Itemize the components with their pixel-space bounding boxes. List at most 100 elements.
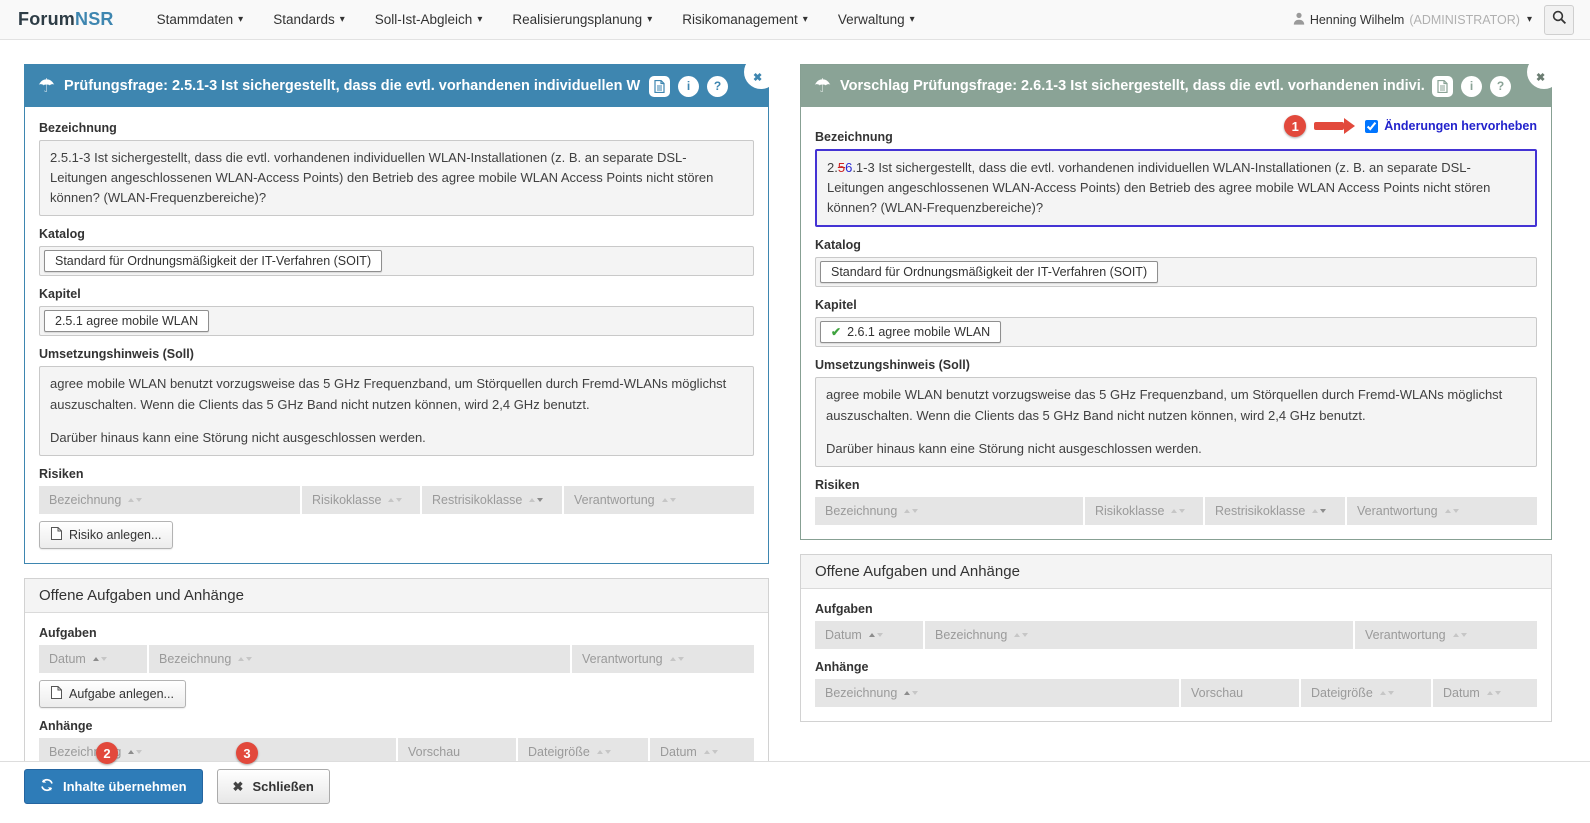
right-tasks-panel: Offene Aufgaben und Anhänge Aufgaben Dat… — [800, 554, 1552, 722]
column-header-verantwortung[interactable]: Verantwortung — [564, 486, 754, 514]
sort-icon — [704, 750, 718, 754]
top-navbar: ForumNSR Stammdaten▾ Standards▾ Soll-Ist… — [0, 0, 1590, 40]
umbrella-icon: ☂ — [814, 75, 831, 98]
katalog-tag: Standard für Ordnungsmäßigkeit der IT-Ve… — [820, 261, 1158, 283]
kapitel-tag: ✔2.6.1 agree mobile WLAN — [820, 321, 1001, 343]
column-header-restrisikoklasse[interactable]: Restrisikoklasse — [422, 486, 562, 514]
menu-item-realisierungsplanung[interactable]: Realisierungsplanung▾ — [497, 0, 667, 39]
user-role: (ADMINISTRATOR) — [1409, 13, 1520, 27]
vorschlag-panel-header: ☂ Vorschlag Prüfungsfrage: 2.6.1-3 Ist s… — [801, 65, 1551, 107]
sort-icon — [93, 657, 107, 661]
annotation-step-3: 3 — [236, 742, 258, 764]
new-document-icon — [51, 686, 62, 702]
sort-icon — [128, 750, 142, 754]
column-header-verantwortung[interactable]: Verantwortung — [1355, 621, 1537, 649]
menu-item-standards[interactable]: Standards▾ — [258, 0, 360, 39]
menu-item-soll-ist-abgleich[interactable]: Soll-Ist-Abgleich▾ — [360, 0, 498, 39]
aufgaben-table-header: Datum Bezeichnung Verantwortung — [39, 645, 754, 673]
katalog-field: Standard für Ordnungsmäßigkeit der IT-Ve… — [815, 257, 1537, 287]
column-header-verantwortung[interactable]: Verantwortung — [1347, 497, 1537, 525]
chevron-down-icon: ▾ — [1527, 14, 1532, 25]
chevron-down-icon: ▾ — [803, 14, 808, 25]
help-icon[interactable]: ? — [707, 76, 728, 97]
column-header-datum[interactable]: Datum — [1433, 679, 1537, 707]
risiko-anlegen-button[interactable]: Risiko anlegen... — [39, 521, 173, 549]
menu-item-risikomanagement[interactable]: Risikomanagement▾ — [667, 0, 823, 39]
logo-text-primary: Forum — [18, 9, 75, 29]
katalog-tag: Standard für Ordnungsmäßigkeit der IT-Ve… — [44, 250, 382, 272]
kapitel-field: ✔2.6.1 agree mobile WLAN — [815, 317, 1537, 347]
tasks-panel-header: Offene Aufgaben und Anhänge — [801, 555, 1551, 589]
column-header-bezeichnung[interactable]: Bezeichnung — [925, 621, 1353, 649]
schliessen-button[interactable]: ✖ Schließen — [217, 769, 330, 804]
sort-icon — [1312, 509, 1326, 513]
menu-item-verwaltung[interactable]: Verwaltung▾ — [823, 0, 930, 39]
umbrella-icon: ☂ — [38, 75, 55, 98]
user-menu[interactable]: Henning Wilhelm (ADMINISTRATOR) ▾ — [1293, 12, 1532, 28]
sort-icon — [128, 498, 142, 502]
pruefungsfrage-panel: ✖ ☂ Prüfungsfrage: 2.5.1-3 Ist sicherges… — [24, 64, 769, 564]
sort-icon — [904, 509, 918, 513]
kapitel-tag: 2.5.1 agree mobile WLAN — [44, 310, 209, 332]
check-icon: ✔ — [831, 325, 841, 339]
chevron-down-icon: ▾ — [477, 14, 482, 25]
highlight-changes-label[interactable]: Änderungen hervorheben — [1384, 119, 1537, 133]
sort-icon — [238, 657, 252, 661]
column-header-datum[interactable]: Datum — [39, 645, 147, 673]
katalog-label: Katalog — [39, 227, 754, 241]
aufgaben-label: Aufgaben — [815, 602, 1537, 616]
sort-icon — [1487, 691, 1501, 695]
aufgaben-table-header: Datum Bezeichnung Verantwortung — [815, 621, 1537, 649]
sort-icon — [597, 750, 611, 754]
sort-icon — [1171, 509, 1185, 513]
column-header-datum[interactable]: Datum — [815, 621, 923, 649]
column-header-dateigroesse[interactable]: Dateigröße — [1301, 679, 1431, 707]
highlight-changes-row: 1 Änderungen hervorheben — [1284, 115, 1537, 137]
umsetzungshinweis-label: Umsetzungshinweis (Soll) — [39, 347, 754, 361]
highlight-changes-checkbox[interactable] — [1365, 120, 1378, 133]
close-icon[interactable]: ✖ — [1527, 55, 1561, 89]
bezeichnung-field: 2.5.1-3 Ist sichergestellt, dass die evt… — [39, 140, 754, 216]
info-icon[interactable]: i — [678, 76, 699, 97]
main-menu: Stammdaten▾ Standards▾ Soll-Ist-Abgleich… — [142, 0, 930, 39]
column-header-bezeichnung[interactable]: Bezeichnung — [815, 679, 1179, 707]
risiken-table-header: Bezeichnung Risikoklasse Restrisikoklass… — [815, 497, 1537, 525]
inhalte-uebernehmen-button[interactable]: Inhalte übernehmen — [24, 769, 203, 804]
deleted-text: 5 — [838, 160, 845, 175]
sort-icon — [529, 498, 543, 502]
new-document-icon — [51, 527, 62, 543]
umsetzungshinweis-field: agree mobile WLAN benutzt vorzugsweise d… — [815, 377, 1537, 466]
aufgabe-anlegen-button[interactable]: Aufgabe anlegen... — [39, 680, 186, 708]
dialog-footer: 2 3 Inhalte übernehmen ✖ Schließen — [0, 761, 1590, 823]
column-header-bezeichnung[interactable]: Bezeichnung — [149, 645, 570, 673]
search-button[interactable] — [1544, 5, 1574, 35]
annotation-step-2: 2 — [96, 742, 118, 764]
document-icon[interactable] — [649, 76, 670, 97]
column-header-bezeichnung[interactable]: Bezeichnung — [39, 486, 300, 514]
annotation-step-1: 1 — [1284, 115, 1306, 137]
info-icon[interactable]: i — [1461, 76, 1482, 97]
pruefungsfrage-panel-header: ☂ Prüfungsfrage: 2.5.1-3 Ist sichergeste… — [25, 65, 768, 107]
document-icon[interactable] — [1432, 76, 1453, 97]
sort-icon — [662, 498, 676, 502]
column-header-restrisikoklasse[interactable]: Restrisikoklasse — [1205, 497, 1345, 525]
chevron-down-icon: ▾ — [238, 14, 243, 25]
menu-item-stammdaten[interactable]: Stammdaten▾ — [142, 0, 259, 39]
katalog-field: Standard für Ordnungsmäßigkeit der IT-Ve… — [39, 246, 754, 276]
help-icon[interactable]: ? — [1490, 76, 1511, 97]
panel-title: Vorschlag Prüfungsfrage: 2.6.1-3 Ist sic… — [840, 78, 1424, 94]
anhaenge-label: Anhänge — [39, 719, 754, 733]
anhaenge-table-header: Bezeichnung Vorschau Dateigröße Datum — [815, 679, 1537, 707]
column-header-verantwortung[interactable]: Verantwortung — [572, 645, 754, 673]
kapitel-field: 2.5.1 agree mobile WLAN — [39, 306, 754, 336]
tasks-panel-header: Offene Aufgaben und Anhänge — [25, 579, 768, 613]
column-header-risikoklasse[interactable]: Risikoklasse — [302, 486, 420, 514]
close-icon[interactable]: ✖ — [744, 55, 778, 89]
column-header-bezeichnung[interactable]: Bezeichnung — [815, 497, 1083, 525]
column-header-risikoklasse[interactable]: Risikoklasse — [1085, 497, 1203, 525]
column-header-vorschau[interactable]: Vorschau — [1181, 679, 1299, 707]
app-logo[interactable]: ForumNSR — [18, 9, 114, 30]
aufgaben-label: Aufgaben — [39, 626, 754, 640]
vorschlag-panel: ✖ ☂ Vorschlag Prüfungsfrage: 2.6.1-3 Ist… — [800, 64, 1552, 540]
chevron-down-icon: ▾ — [910, 14, 915, 25]
